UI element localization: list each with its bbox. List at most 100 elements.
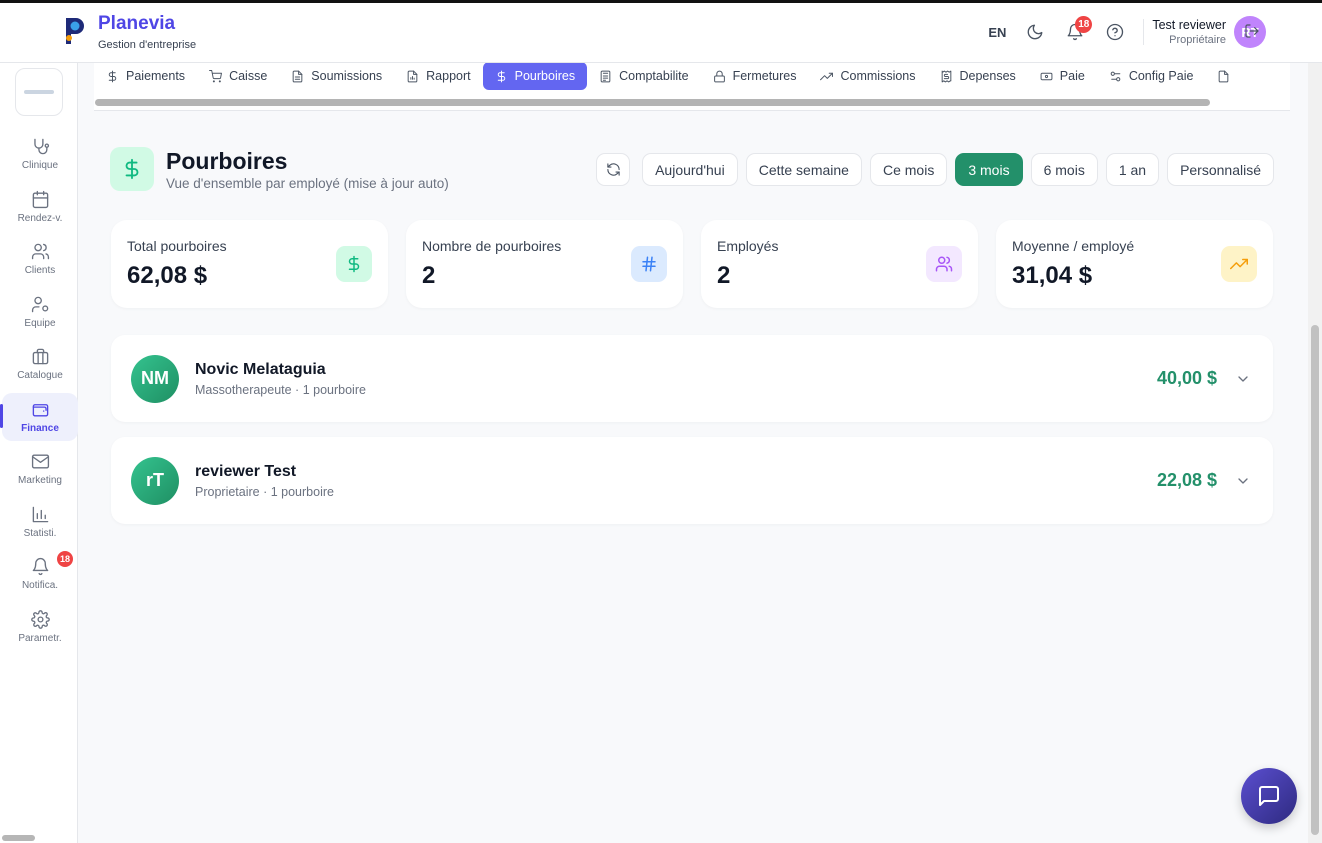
dollar-icon (497, 70, 505, 82)
notifications-button[interactable]: 18 (1055, 12, 1095, 52)
stat-label: Moyenne / employé (1012, 238, 1135, 254)
bell-icon (32, 557, 48, 576)
sidebar-item-label: Clients (24, 265, 56, 276)
tabs-scrollbar[interactable] (95, 99, 1210, 106)
tab-paie[interactable]: Paie (1028, 63, 1097, 90)
sidebar-item-finance[interactable]: Finance (0, 392, 78, 441)
sidebar-item-clients[interactable]: Clients (2, 235, 78, 283)
organization-logo[interactable] (14, 68, 63, 116)
tab-depenses[interactable]: Depenses (928, 63, 1028, 90)
tab-caisse[interactable]: Caisse (197, 63, 279, 90)
tab-pourboires[interactable]: Pourboires (482, 63, 588, 90)
sidebar-item-label: Parametr. (18, 632, 62, 644)
logout-button[interactable] (1244, 23, 1264, 43)
app-subtitle: Gestion d'entreprise (98, 39, 197, 51)
sidebar-item-notifications[interactable]: Notifica. 18 (2, 550, 78, 598)
sidebar-item-label: Marketing (18, 475, 62, 486)
tab-paiements[interactable]: Paiements (94, 63, 197, 90)
dollar-icon (348, 255, 360, 273)
filter-custom[interactable]: Personnalisé (1167, 153, 1274, 186)
file-icon (1219, 70, 1229, 82)
sidebar-item-marketing[interactable]: Marketing (2, 445, 78, 493)
tab-config-paie[interactable]: Config Paie (1097, 63, 1206, 90)
tab-label: Paiements (126, 69, 186, 83)
notifications-badge: 18 (57, 551, 73, 567)
theme-toggle[interactable] (1015, 12, 1055, 52)
banknote-icon (1040, 72, 1053, 80)
tab-label: Pourboires (514, 69, 576, 83)
tab-label: Paie (1059, 69, 1085, 83)
filter-6-months[interactable]: 6 mois (1030, 153, 1098, 186)
employee-row[interactable]: rT reviewer Test Proprietaire · 1 pourbo… (111, 437, 1273, 524)
hash-icon (642, 256, 656, 272)
tab-soumissions[interactable]: Soumissions (279, 63, 394, 90)
sidebar-item-label: Clinique (21, 160, 59, 171)
refresh-button[interactable] (596, 153, 631, 186)
bar-chart-icon (32, 506, 48, 522)
mail-icon (31, 454, 49, 469)
employee-name: Novic Melataguia (195, 360, 326, 378)
tab-label: Config Paie (1128, 69, 1194, 83)
tab-label: Soumissions (311, 69, 383, 83)
expand-button[interactable] (1235, 473, 1251, 489)
tab-fermetures[interactable]: Fermetures (701, 63, 809, 90)
chat-button[interactable] (1241, 768, 1297, 824)
filter-this-month[interactable]: Ce mois (869, 153, 948, 186)
user-info[interactable]: Test reviewer Propriétaire (1152, 18, 1226, 46)
top-bar: Planevia Gestion d'entreprise EN 18 Test… (0, 3, 1322, 63)
stethoscope-icon (33, 138, 49, 155)
settings-icon (30, 609, 50, 629)
tab-label: Depenses (959, 69, 1016, 83)
dollar-icon (125, 158, 139, 180)
page-title: Pourboires (166, 147, 288, 174)
sidebar-item-rendez-vous[interactable]: Rendez-v. (2, 183, 78, 231)
tab-rapport[interactable]: Rapport (394, 63, 482, 90)
sidebar-item-statistiques[interactable]: Statisti. (2, 498, 78, 546)
page-scrollbar[interactable] (1311, 325, 1319, 835)
top-actions: EN 18 Test reviewer Propriétaire RT (979, 3, 1266, 61)
employee-avatar: rT (131, 456, 179, 505)
refresh-icon (606, 163, 620, 176)
sidebar-scrollbar[interactable] (2, 835, 35, 841)
sidebar-item-parametres[interactable]: Parametr. (2, 603, 78, 651)
user-name: Test reviewer (1152, 18, 1226, 32)
filter-today[interactable]: Aujourd'hui (642, 153, 738, 186)
language-toggle[interactable]: EN (979, 25, 1015, 40)
calendar-icon (32, 190, 48, 208)
expand-button[interactable] (1235, 371, 1251, 387)
help-button[interactable] (1095, 12, 1135, 52)
users-icon (31, 243, 49, 260)
tab-label: Caisse (229, 69, 268, 83)
tab-list: Paiements Caisse Soumissions Rapport Pou… (94, 63, 1242, 90)
filter-3-months[interactable]: 3 mois (955, 153, 1023, 186)
brand[interactable]: Planevia Gestion d'entreprise (60, 13, 196, 51)
tab-label: Comptabilite (619, 69, 689, 83)
sidebar-item-label: Notifica. (21, 580, 59, 591)
briefcase-icon (32, 348, 48, 365)
sidebar-item-equipe[interactable]: Equipe (2, 288, 78, 336)
employee-row[interactable]: NM Novic Melataguia Massotherapeute · 1 … (111, 335, 1273, 422)
help-circle-icon (1107, 23, 1124, 41)
page-subtitle: Vue d'ensemble par employé (mise à jour … (166, 175, 449, 191)
planevia-logo-icon (66, 18, 84, 44)
filter-1-year[interactable]: 1 an (1105, 153, 1160, 186)
sidebar-item-clinique[interactable]: Clinique (2, 130, 78, 178)
sidebar-item-label: Statisti. (23, 527, 57, 539)
filter-this-week[interactable]: Cette semaine (745, 153, 862, 186)
employee-meta: Proprietaire · 1 pourboire (195, 484, 334, 499)
app-name: Planevia (98, 13, 176, 34)
tab-label: Commissions (840, 69, 916, 83)
moon-icon (1027, 24, 1043, 40)
sidebar-item-label: Equipe (24, 317, 56, 329)
report-icon (407, 70, 418, 82)
period-filters: Aujourd'hui Cette semaine Ce mois 3 mois… (596, 153, 1274, 186)
tab-overflow[interactable] (1205, 63, 1242, 90)
file-icon (292, 70, 303, 82)
lock-icon (713, 70, 725, 82)
stat-employees: Employés 2 (701, 220, 978, 308)
calculator-icon (600, 70, 611, 82)
stat-label: Total pourboires (127, 238, 227, 254)
tab-commissions[interactable]: Commissions (808, 63, 927, 90)
tab-comptabilite[interactable]: Comptabilite (587, 63, 700, 90)
sidebar-item-catalogue[interactable]: Catalogue (2, 340, 78, 388)
